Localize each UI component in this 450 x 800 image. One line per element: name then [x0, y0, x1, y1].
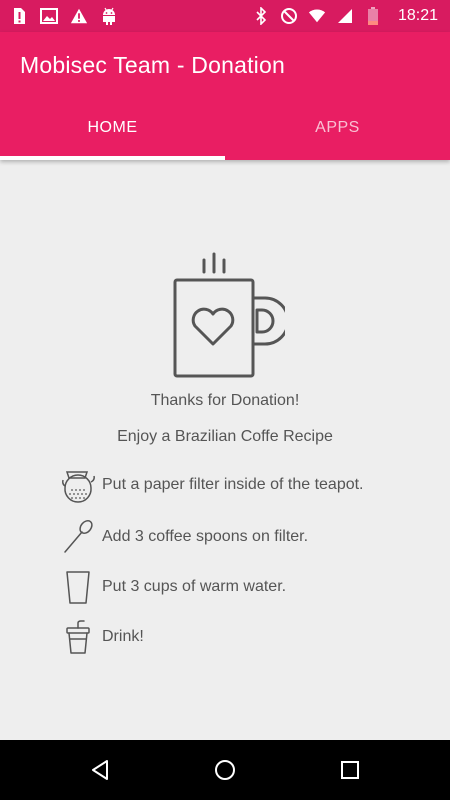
back-button[interactable]	[85, 755, 115, 785]
tab-home-label: HOME	[87, 119, 138, 136]
app-title: Mobisec Team - Donation	[20, 52, 285, 78]
tab-apps-label: APPS	[315, 119, 360, 136]
recipe-step: Put 3 cups of warm water.	[60, 567, 286, 607]
step-text: Put 3 cups of warm water.	[102, 578, 287, 595]
screen: 18:21 Mobisec Team - Donation HOME APPS	[0, 0, 450, 800]
recipe-step: Put a paper filter inside of the teapot.	[60, 465, 364, 505]
app-bar: Mobisec Team - Donation HOME APPS	[0, 32, 450, 160]
status-left-icons	[10, 0, 118, 32]
status-bar: 18:21	[0, 0, 450, 32]
step-text: Add 3 coffee spoons on filter.	[102, 528, 309, 545]
tab-home[interactable]: HOME	[0, 96, 225, 160]
tab-apps[interactable]: APPS	[225, 96, 450, 160]
recent-apps-button[interactable]	[335, 755, 365, 785]
recent-apps-icon	[341, 761, 359, 779]
glass-icon	[60, 567, 96, 607]
thanks-text: Thanks for Donation!	[150, 392, 300, 409]
battery-low-icon	[364, 7, 382, 25]
navigation-bar	[0, 740, 450, 800]
coffee-mug-heart-icon	[173, 252, 285, 378]
spoon-icon	[60, 517, 96, 557]
step-text: Put a paper filter inside of the teapot.	[102, 476, 364, 493]
android-icon	[100, 7, 118, 25]
wifi-icon	[308, 7, 326, 25]
back-icon	[92, 760, 108, 780]
warning-icon	[70, 7, 88, 25]
image-icon	[40, 7, 58, 25]
status-time: 18:21	[397, 7, 438, 24]
recipe-title: Enjoy a Brazilian Coffe Recipe	[117, 428, 333, 445]
tab-bar: HOME APPS	[0, 96, 450, 160]
home-button[interactable]	[210, 755, 240, 785]
home-content: Thanks for Donation! Enjoy a Brazilian C…	[0, 160, 450, 740]
do-not-disturb-icon	[280, 7, 298, 25]
recipe-step: Add 3 coffee spoons on filter.	[60, 517, 308, 557]
recipe-step: Drink!	[60, 617, 144, 657]
status-right-icons: 18:21	[252, 0, 438, 32]
step-text: Drink!	[102, 628, 144, 645]
bluetooth-icon	[252, 7, 270, 25]
teapot-icon	[60, 465, 96, 505]
home-icon	[215, 760, 235, 780]
takeaway-cup-icon	[60, 617, 96, 657]
sim-alert-icon	[10, 7, 28, 25]
signal-icon	[336, 7, 354, 25]
